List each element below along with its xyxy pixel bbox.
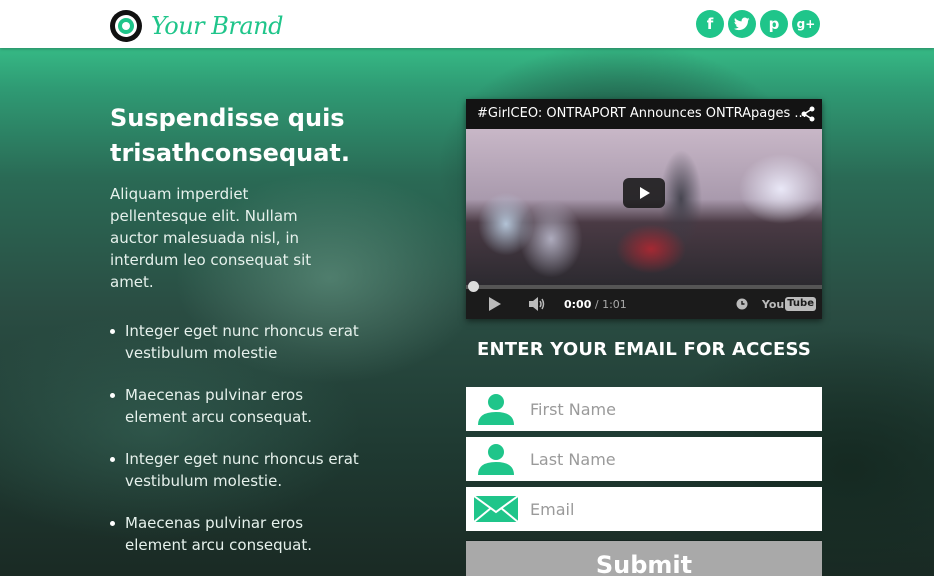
submit-button[interactable]: Submit xyxy=(466,541,822,576)
last-name-field[interactable] xyxy=(466,437,822,481)
list-item: Integer eget nunc rhoncus erat vestibulu… xyxy=(110,320,360,364)
envelope-icon xyxy=(472,491,520,527)
video-controls: 0:00 / 1:01 You Tube xyxy=(466,289,822,319)
email-field[interactable] xyxy=(466,487,822,531)
current-time: 0:00 xyxy=(564,297,592,311)
play-icon xyxy=(640,187,650,199)
time-separator: / xyxy=(591,297,603,311)
pinterest-icon[interactable]: p xyxy=(760,10,788,38)
hero-copy: Suspendisse quis trisathconsequat. Aliqu… xyxy=(110,101,370,576)
twitter-icon[interactable] xyxy=(728,10,756,38)
email-input[interactable] xyxy=(530,499,810,519)
feature-list: Integer eget nunc rhoncus erat vestibulu… xyxy=(110,320,370,556)
volume-icon[interactable] xyxy=(528,296,546,312)
play-button[interactable] xyxy=(623,178,665,208)
video-time: 0:00 / 1:01 xyxy=(564,298,627,311)
form-heading: ENTER YOUR EMAIL FOR ACCESS xyxy=(477,339,811,360)
hero-headline: Suspendisse quis trisathconsequat. xyxy=(110,104,350,167)
list-item: Integer eget nunc rhoncus erat vestibulu… xyxy=(110,448,360,492)
first-name-input[interactable] xyxy=(530,399,810,419)
brand-logo-icon xyxy=(110,10,142,42)
video-player[interactable]: #GirlCEO: ONTRAPORT Announces ONTRApages… xyxy=(466,99,822,319)
facebook-icon[interactable]: f xyxy=(696,10,724,38)
duration: 1:01 xyxy=(602,297,627,311)
watch-later-icon[interactable] xyxy=(736,298,748,310)
youtube-logo-you: You xyxy=(761,297,785,311)
share-icon[interactable] xyxy=(800,106,816,122)
site-header: Your Brand f p g+ xyxy=(0,0,934,48)
brand[interactable]: Your Brand xyxy=(110,10,284,42)
first-name-field[interactable] xyxy=(466,387,822,431)
brand-name: Your Brand xyxy=(151,12,284,40)
social-links: f p g+ xyxy=(696,10,820,38)
video-thumbnail[interactable] xyxy=(466,129,822,285)
hero-intro: Aliquam imperdiet pellentesque elit. Nul… xyxy=(110,185,312,291)
video-title[interactable]: #GirlCEO: ONTRAPORT Announces ONTRApages… xyxy=(466,99,822,129)
youtube-logo-tube: Tube xyxy=(785,297,816,311)
google-plus-icon[interactable]: g+ xyxy=(792,10,820,38)
user-icon xyxy=(472,391,520,427)
scrubber-handle[interactable] xyxy=(468,281,479,292)
list-item: Maecenas pulvinar eros element arcu cons… xyxy=(110,512,360,556)
user-icon xyxy=(472,441,520,477)
youtube-logo[interactable]: You Tube xyxy=(762,297,816,311)
last-name-input[interactable] xyxy=(530,449,810,469)
list-item: Maecenas pulvinar eros element arcu cons… xyxy=(110,384,360,428)
play-icon[interactable] xyxy=(486,296,502,312)
